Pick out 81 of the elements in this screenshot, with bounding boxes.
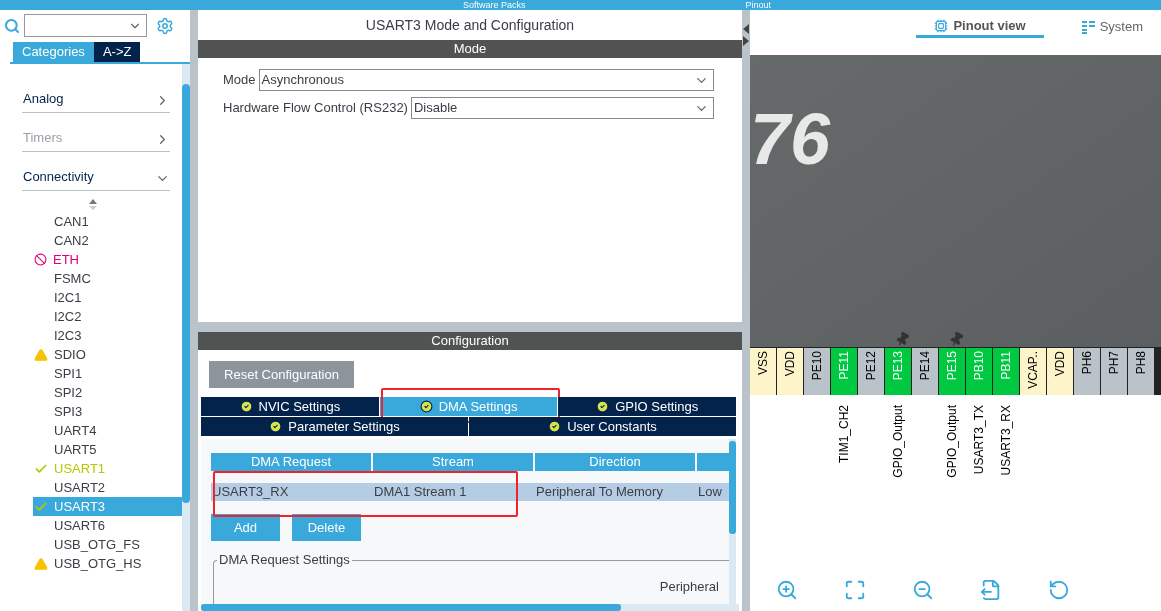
category-header[interactable]: Analog — [22, 74, 170, 113]
peripheral-item[interactable]: I2C1 — [33, 288, 184, 307]
config-tab[interactable]: User Constants — [469, 417, 736, 436]
column-header: Stream — [373, 453, 533, 471]
peripheral-item[interactable]: SPI2 — [33, 383, 184, 402]
field-label: Hardware Flow Control (RS232) — [223, 99, 408, 118]
list-icon — [1081, 20, 1095, 34]
pin[interactable]: VDD — [777, 348, 803, 395]
peripheral-item[interactable]: UART5 — [33, 440, 184, 459]
panel-title: USART3 Mode and Configuration — [364, 15, 576, 35]
warning-icon — [34, 347, 48, 362]
peripheral-item[interactable]: USART6 — [33, 516, 184, 535]
peripheral-item[interactable]: I2C3 — [33, 326, 184, 345]
zoom-in-icon[interactable] — [776, 579, 798, 601]
check-icon — [269, 420, 283, 433]
table-cell-text: Peripheral To Memory — [535, 483, 664, 501]
pin[interactable]: PH7 — [1101, 348, 1127, 395]
pin[interactable]: PE12 — [858, 348, 884, 395]
fit-icon[interactable] — [844, 579, 866, 601]
signal-label: USART3_RX — [1000, 405, 1012, 476]
view-tab[interactable]: Pinout view — [916, 16, 1044, 38]
check-icon — [548, 420, 562, 433]
scrollbar-thumb[interactable] — [201, 604, 621, 611]
peripheral-item[interactable]: I2C2 — [33, 307, 184, 326]
scrollbar-thumb[interactable] — [182, 84, 190, 503]
peripheral-item[interactable]: SPI1 — [33, 364, 184, 383]
warning-icon — [34, 556, 48, 571]
column-header: Direction — [535, 453, 695, 471]
sort-icon — [89, 199, 97, 210]
rotate-icon[interactable] — [1048, 579, 1070, 601]
zoom-out-icon[interactable] — [912, 579, 934, 601]
pin[interactable]: VCAP.. — [1020, 348, 1046, 395]
scrollbar-thumb[interactable] — [729, 441, 736, 534]
group-legend: DMA Request Settings — [217, 552, 352, 568]
peripheral-item[interactable]: SPI3 — [33, 402, 184, 421]
config-tab[interactable]: NVIC Settings — [201, 397, 379, 416]
peripheral-item[interactable]: CAN2 — [33, 231, 184, 250]
sidebar-tab[interactable]: A->Z — [93, 42, 141, 62]
chip-label: 76 — [750, 103, 832, 175]
settings-label: Peripheral — [659, 578, 719, 596]
check-icon — [419, 400, 433, 413]
section-header: Mode — [198, 40, 742, 58]
table-cell-text: Low — [697, 483, 723, 501]
peripheral-item[interactable]: ETH — [33, 250, 184, 269]
chip-icon — [934, 18, 949, 33]
pin[interactable]: VDD — [1047, 348, 1073, 395]
peripheral-item[interactable]: FSMC — [33, 269, 184, 288]
peripheral-item[interactable]: SDIO — [33, 345, 184, 364]
table-cell-text: DMA1 Stream 1 — [373, 483, 468, 501]
peripheral-item[interactable]: USB_OTG_FS — [33, 535, 184, 554]
pin[interactable]: PE14 — [912, 348, 938, 395]
column-header: DMA Request — [211, 453, 371, 471]
config-tab[interactable]: GPIO Settings — [558, 397, 736, 416]
search-icon[interactable] — [4, 17, 20, 34]
peripheral-item[interactable]: UART4 — [33, 421, 184, 440]
section-header: Configuration — [198, 332, 742, 350]
signal-label: GPIO_Output — [892, 405, 904, 478]
search-field[interactable] — [24, 14, 147, 37]
peripheral-item[interactable]: USART2 — [33, 478, 184, 497]
category-header[interactable]: Connectivity — [22, 152, 170, 191]
signal-label: USART3_TX — [973, 405, 985, 475]
view-tab[interactable]: System — [1063, 16, 1161, 38]
select-field[interactable]: Asynchronous — [258, 69, 714, 91]
blocked-icon — [34, 253, 47, 266]
select-field[interactable]: Disable — [410, 97, 714, 119]
table-cell-text: USART3_RX — [211, 483, 290, 501]
config-tab[interactable]: Parameter Settings — [201, 417, 468, 436]
peripheral-item[interactable]: CAN1 — [33, 212, 184, 231]
pin[interactable]: PE10 — [804, 348, 830, 395]
signal-label: GPIO_Output — [946, 405, 958, 478]
signal-label: TIM1_CH2 — [838, 405, 850, 463]
pin[interactable]: PH6 — [1074, 348, 1100, 395]
peripheral-item[interactable]: USB_OTG_HS — [33, 554, 184, 573]
field-label: Mode — [223, 71, 256, 90]
check-icon — [239, 400, 253, 413]
column-header — [697, 453, 729, 471]
pin[interactable]: PH8 — [1128, 348, 1154, 395]
export-icon[interactable] — [980, 579, 1002, 601]
settings-icon[interactable] — [156, 16, 174, 35]
pin[interactable]: VSS — [750, 348, 776, 395]
check-icon — [596, 400, 610, 413]
